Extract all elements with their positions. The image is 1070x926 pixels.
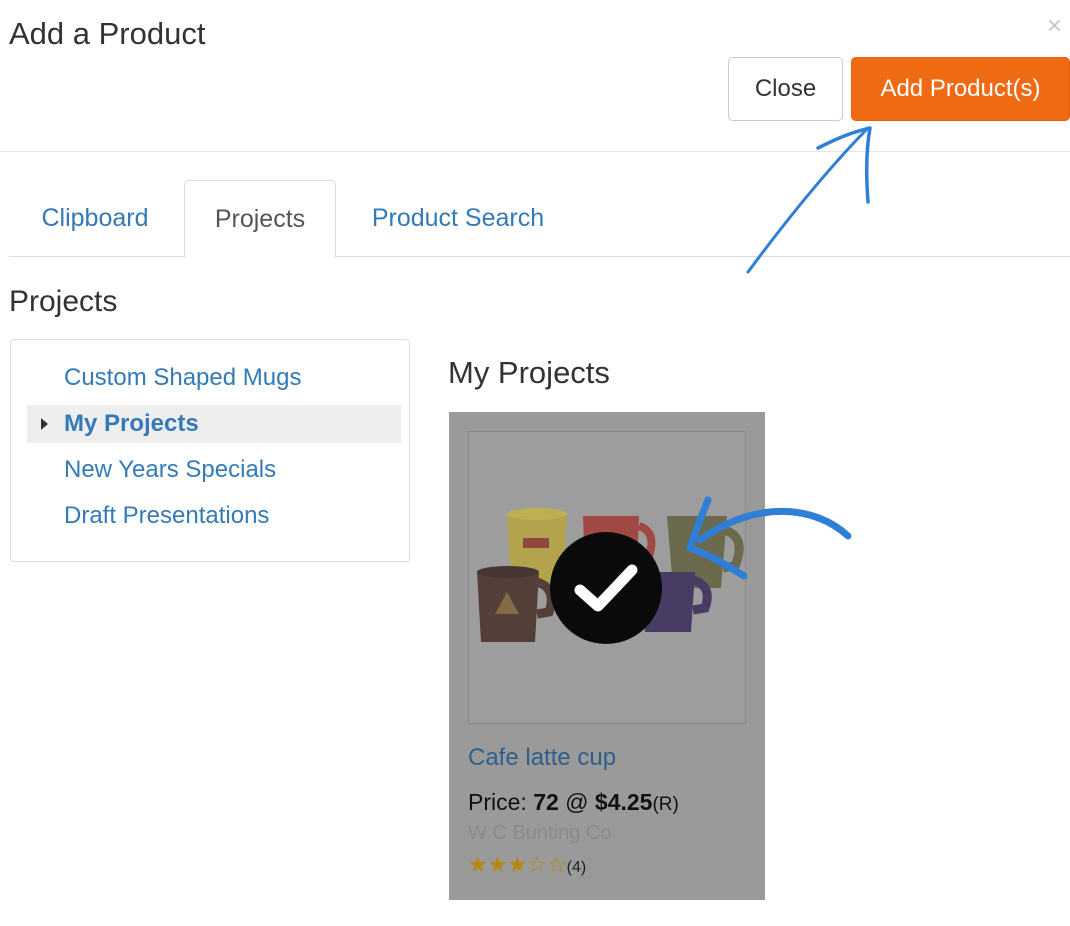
arrow-up-head-icon [816,126,872,204]
arrow-left-icon [696,507,852,544]
arrow-up-icon [746,126,870,274]
annotation-arrows [686,126,872,580]
